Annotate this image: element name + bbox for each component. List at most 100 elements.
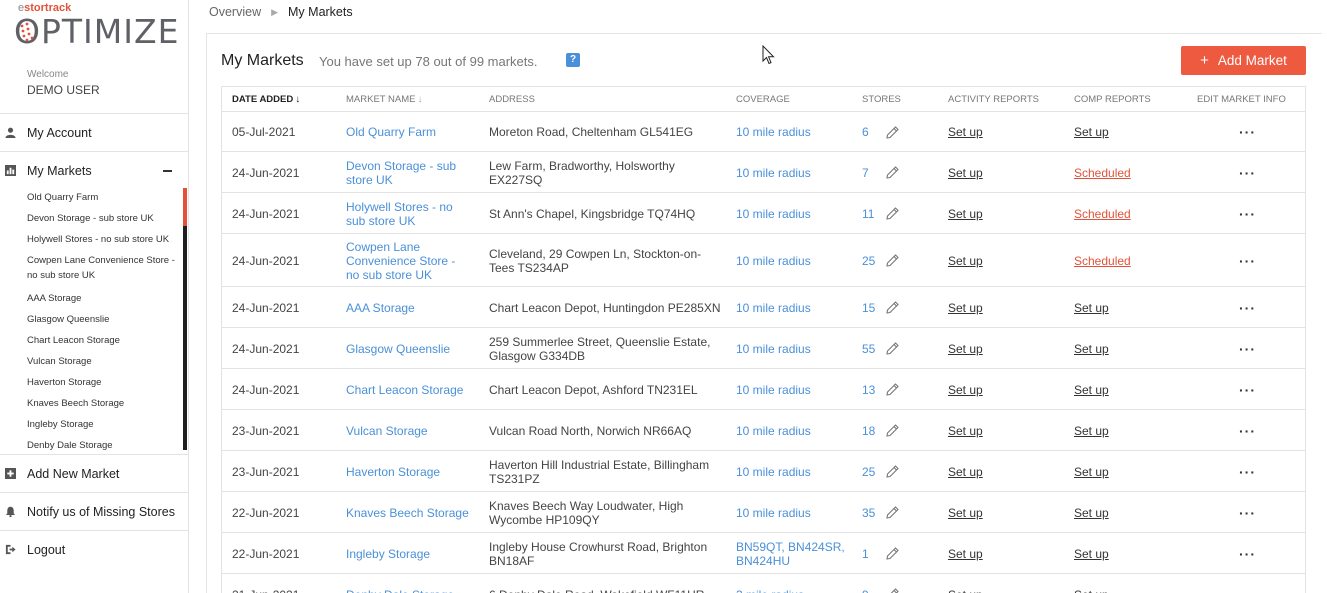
help-icon[interactable]: ?	[566, 53, 580, 67]
stores-count-link[interactable]: 18	[862, 424, 875, 438]
submenu-item[interactable]: Cowpen Lane Convenience Store - no sub s…	[27, 253, 183, 283]
submenu-item[interactable]: Devon Storage - sub store UK	[27, 211, 183, 226]
stores-count-link[interactable]: 25	[862, 254, 875, 268]
activity-report-link[interactable]: Set up	[948, 301, 983, 315]
submenu-item[interactable]: Knaves Beech Storage	[27, 396, 183, 411]
more-options-icon[interactable]: ···	[1239, 465, 1255, 479]
stores-count-link[interactable]: 15	[862, 301, 875, 315]
coverage-link[interactable]: 10 mile radius	[736, 254, 848, 268]
comp-report-link[interactable]: Set up	[1074, 125, 1109, 139]
market-name-link[interactable]: AAA Storage	[346, 301, 471, 315]
activity-report-link[interactable]: Set up	[948, 125, 983, 139]
market-name-link[interactable]: Knaves Beech Storage	[346, 506, 471, 520]
coverage-link[interactable]: 10 mile radius	[736, 125, 848, 139]
comp-report-link[interactable]: Scheduled	[1074, 166, 1131, 180]
stores-count-link[interactable]: 9	[862, 588, 869, 593]
stores-count-link[interactable]: 55	[862, 342, 875, 356]
comp-report-link[interactable]: Scheduled	[1074, 207, 1131, 221]
stores-count-link[interactable]: 11	[862, 207, 874, 221]
coverage-link[interactable]: 10 mile radius	[736, 465, 848, 479]
activity-report-link[interactable]: Set up	[948, 342, 983, 356]
submenu-item[interactable]: Ingleby Storage	[27, 417, 183, 432]
comp-report-link[interactable]: Set up	[1074, 588, 1109, 593]
comp-report-link[interactable]: Set up	[1074, 383, 1109, 397]
coverage-link[interactable]: 10 mile radius	[736, 506, 848, 520]
more-options-icon[interactable]: ···	[1239, 301, 1255, 315]
submenu-item[interactable]: Chart Leacon Storage	[27, 333, 183, 348]
stores-count-link[interactable]: 6	[862, 125, 869, 139]
coverage-link[interactable]: 3 mile radius	[736, 588, 848, 593]
activity-report-link[interactable]: Set up	[948, 547, 983, 561]
activity-report-link[interactable]: Set up	[948, 166, 983, 180]
submenu-item[interactable]: Glasgow Queenslie	[27, 312, 183, 327]
market-name-link[interactable]: Old Quarry Farm	[346, 125, 471, 139]
more-options-icon[interactable]: ···	[1239, 207, 1255, 221]
market-name-link[interactable]: Ingleby Storage	[346, 547, 471, 561]
coverage-link[interactable]: BN59QT, BN424SR, BN424HU	[736, 540, 848, 568]
more-options-icon[interactable]: ···	[1239, 254, 1255, 268]
stores-count-link[interactable]: 7	[862, 166, 869, 180]
stores-count-link[interactable]: 1	[862, 547, 869, 561]
more-options-icon[interactable]: ···	[1239, 506, 1255, 520]
market-name-link[interactable]: Vulcan Storage	[346, 424, 471, 438]
pencil-icon[interactable]	[886, 126, 899, 139]
pencil-icon[interactable]	[886, 547, 899, 560]
more-options-icon[interactable]: ···	[1239, 166, 1255, 180]
nav-my-markets[interactable]: My Markets	[0, 151, 188, 189]
coverage-link[interactable]: 10 mile radius	[736, 301, 848, 315]
coverage-link[interactable]: 10 mile radius	[736, 166, 848, 180]
header-date-added[interactable]: DATE ADDED ↓	[232, 94, 300, 105]
add-market-button[interactable]: + Add Market	[1181, 46, 1306, 75]
submenu-scrollbar[interactable]	[183, 188, 187, 450]
submenu-item[interactable]: Vulcan Storage	[27, 354, 183, 369]
pencil-icon[interactable]	[886, 465, 899, 478]
stores-count-link[interactable]: 35	[862, 506, 875, 520]
coverage-link[interactable]: 10 mile radius	[736, 207, 848, 221]
activity-report-link[interactable]: Set up	[948, 424, 983, 438]
market-name-link[interactable]: Chart Leacon Storage	[346, 383, 471, 397]
pencil-icon[interactable]	[886, 424, 899, 437]
coverage-link[interactable]: 10 mile radius	[736, 342, 848, 356]
stores-count-link[interactable]: 25	[862, 465, 875, 479]
comp-report-link[interactable]: Set up	[1074, 424, 1109, 438]
more-options-icon[interactable]: ···	[1239, 588, 1255, 593]
submenu-item[interactable]: Holywell Stores - no sub store UK	[27, 232, 183, 247]
nav-notify-missing[interactable]: Notify us of Missing Stores	[0, 492, 188, 530]
pencil-icon[interactable]	[886, 383, 899, 396]
nav-logout[interactable]: Logout	[0, 530, 188, 568]
market-name-link[interactable]: Holywell Stores - no sub store UK	[346, 200, 471, 228]
collapse-icon[interactable]	[163, 169, 172, 172]
breadcrumb-overview[interactable]: Overview	[209, 5, 261, 19]
pencil-icon[interactable]	[886, 506, 899, 519]
coverage-link[interactable]: 10 mile radius	[736, 424, 848, 438]
submenu-item[interactable]: Haverton Storage	[27, 375, 183, 390]
activity-report-link[interactable]: Set up	[948, 465, 983, 479]
submenu-item[interactable]: Denby Dale Storage	[27, 438, 183, 450]
nav-add-new-market[interactable]: Add New Market	[0, 454, 188, 492]
pencil-icon[interactable]	[886, 166, 899, 179]
market-name-link[interactable]: Devon Storage - sub store UK	[346, 159, 471, 187]
comp-report-link[interactable]: Set up	[1074, 301, 1109, 315]
optimize-logo[interactable]: estortrack OPTIMIZE	[14, 2, 178, 51]
comp-report-link[interactable]: Set up	[1074, 506, 1109, 520]
more-options-icon[interactable]: ···	[1239, 424, 1255, 438]
more-options-icon[interactable]: ···	[1239, 547, 1255, 561]
stores-count-link[interactable]: 13	[862, 383, 875, 397]
activity-report-link[interactable]: Set up	[948, 383, 983, 397]
activity-report-link[interactable]: Set up	[948, 207, 983, 221]
activity-report-link[interactable]: Set up	[948, 506, 983, 520]
comp-report-link[interactable]: Set up	[1074, 465, 1109, 479]
pencil-icon[interactable]	[886, 254, 899, 267]
pencil-icon[interactable]	[886, 342, 899, 355]
activity-report-link[interactable]: Set up	[948, 254, 983, 268]
more-options-icon[interactable]: ···	[1239, 125, 1255, 139]
pencil-icon[interactable]	[886, 301, 899, 314]
more-options-icon[interactable]: ···	[1239, 342, 1255, 356]
header-market-name[interactable]: MARKET NAME ↓	[346, 94, 423, 105]
submenu-item[interactable]: Old Quarry Farm	[27, 190, 183, 205]
more-options-icon[interactable]: ···	[1239, 383, 1255, 397]
comp-report-link[interactable]: Scheduled	[1074, 254, 1131, 268]
submenu-item[interactable]: AAA Storage	[27, 291, 183, 306]
comp-report-link[interactable]: Set up	[1074, 342, 1109, 356]
coverage-link[interactable]: 10 mile radius	[736, 383, 848, 397]
